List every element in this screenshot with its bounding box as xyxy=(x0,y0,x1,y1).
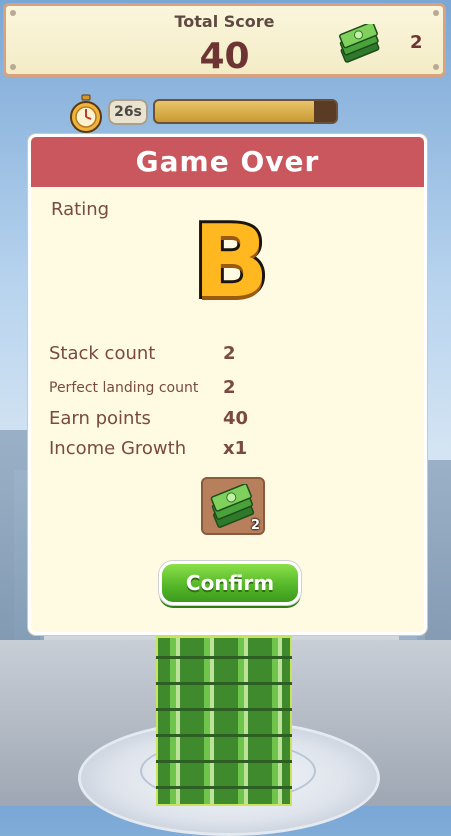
cash-stack-icon xyxy=(336,21,384,64)
reward-count: 2 xyxy=(250,518,260,533)
stat-value-stack-count: 2 xyxy=(223,343,236,364)
reward-item: 2 xyxy=(201,477,265,535)
stopwatch-icon xyxy=(68,94,104,134)
stat-label-stack-count: Stack count xyxy=(49,343,156,364)
stat-value-income-growth: x1 xyxy=(223,438,248,459)
stat-label-earn-points: Earn points xyxy=(49,408,151,429)
confirm-button[interactable]: Confirm xyxy=(159,561,301,605)
timer-text: 26s xyxy=(108,99,148,125)
timer-progress-fill xyxy=(155,101,315,122)
dialog-title: Game Over xyxy=(31,137,424,187)
stat-value-earn-points: 40 xyxy=(223,408,249,429)
total-score-panel: Total Score 40 2 xyxy=(3,3,446,77)
rating-label: Rating xyxy=(51,199,110,220)
timer-progress-bar xyxy=(153,99,338,124)
stat-label-perfect-landing: Perfect landing count xyxy=(49,380,199,396)
game-over-dialog: Game Over Rating B Stack count 2 Perfect… xyxy=(28,134,427,635)
rating-grade: B xyxy=(190,203,272,320)
stat-value-perfect-landing: 2 xyxy=(223,377,236,398)
cash-stack-tower xyxy=(156,636,292,806)
stat-label-income-growth: Income Growth xyxy=(49,438,187,459)
cash-count: 2 xyxy=(410,32,423,53)
